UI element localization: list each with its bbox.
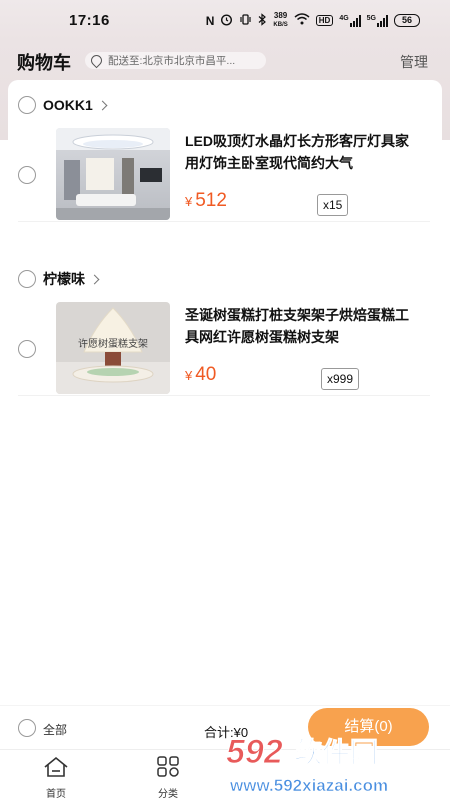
page-title: 购物车: [17, 53, 71, 73]
tab-label: 首页: [46, 789, 66, 800]
product-thumbnail[interactable]: 许愿树蛋糕支架: [56, 302, 170, 394]
product-name[interactable]: 圣诞树蛋糕打桩支架架子烘焙蛋糕工具网红许愿树蛋糕树支架: [185, 304, 410, 348]
image-caption: 许愿树蛋糕支架: [78, 339, 148, 350]
category-icon: [154, 756, 182, 782]
store-name: OOKK1: [43, 97, 93, 113]
cart-item[interactable]: 许愿树蛋糕支架 圣诞树蛋糕打桩支架架子烘焙蛋糕工具网红许愿树蛋糕树支架 ¥40 …: [8, 302, 442, 398]
net-speed-value: 389: [273, 11, 288, 20]
sim1-label: 4G: [339, 14, 349, 22]
divider: [18, 221, 430, 222]
store-name: 柠檬味: [43, 271, 85, 287]
delivery-address-text: 配送至:北京市北京市昌平...: [108, 55, 236, 67]
tab-home[interactable]: 首页: [26, 756, 86, 800]
signal-sim2-icon: 5G: [366, 14, 388, 27]
home-icon: [42, 756, 70, 782]
signal-sim1-icon: 4G: [339, 14, 361, 27]
price-value: 512: [195, 190, 227, 211]
sim2-label: 5G: [366, 14, 376, 22]
hd-badge: HD: [315, 15, 334, 26]
status-icons: N 389 KB/S HD 4G 5G 56: [206, 12, 420, 29]
cart-list: OOKK1 LED吸顶灯水晶灯长方形客厅灯具家用灯饰主卧室现代简约大气 ¥ 51…: [8, 80, 442, 700]
nfc-icon: N: [205, 13, 215, 28]
store-header[interactable]: 柠檬味: [18, 269, 100, 289]
select-all-label[interactable]: 全部: [43, 721, 67, 738]
quantity-badge[interactable]: x15: [317, 194, 349, 216]
bluetooth-icon: [258, 12, 267, 29]
net-speed-unit: KB/S: [273, 22, 288, 28]
status-time: 17:16: [69, 12, 110, 29]
alarm-icon: [220, 13, 233, 29]
item-select-radio[interactable]: [18, 166, 36, 184]
manage-button[interactable]: 管理: [400, 52, 428, 72]
item-select-radio[interactable]: [18, 340, 36, 358]
net-speed: 389 KB/S: [273, 12, 287, 29]
status-bar: 17:16 N 389 KB/S HD 4G 5G 56: [0, 0, 450, 40]
battery-icon: 56: [394, 14, 420, 27]
product-price: ¥40: [185, 364, 216, 386]
delivery-address[interactable]: 配送至:北京市北京市昌平...: [85, 52, 266, 69]
store-header[interactable]: OOKK1: [18, 96, 108, 114]
location-pin-icon: [88, 52, 105, 69]
watermark-brand: 软件园: [294, 736, 378, 769]
watermark-url: www.592xiazai.com: [229, 776, 388, 795]
chevron-right-icon: [89, 274, 100, 284]
tab-label: 分类: [158, 789, 178, 800]
wifi-icon: [294, 13, 310, 28]
quantity-badge[interactable]: x999: [321, 368, 360, 390]
divider: [18, 395, 430, 396]
watermark-number: 592: [226, 733, 283, 771]
product-name[interactable]: LED吸顶灯水晶灯长方形客厅灯具家用灯饰主卧室现代简约大气: [185, 130, 410, 174]
price-value: 40: [195, 364, 217, 385]
currency-symbol: ¥: [185, 368, 193, 383]
watermark: 592 软件园 www.592xiazai.com: [222, 725, 450, 800]
store-select-radio[interactable]: [18, 96, 36, 114]
product-price: ¥512: [185, 190, 227, 212]
currency-symbol: ¥: [185, 194, 193, 209]
tab-category[interactable]: 分类: [138, 756, 198, 800]
select-all-radio[interactable]: [18, 719, 36, 737]
store-select-radio[interactable]: [18, 270, 36, 288]
chevron-right-icon: [97, 100, 108, 110]
vibrate-icon: [239, 13, 252, 29]
cart-item[interactable]: LED吸顶灯水晶灯长方形客厅灯具家用灯饰主卧室现代简约大气 ¥512 x15: [8, 128, 442, 224]
product-thumbnail[interactable]: [56, 128, 170, 220]
